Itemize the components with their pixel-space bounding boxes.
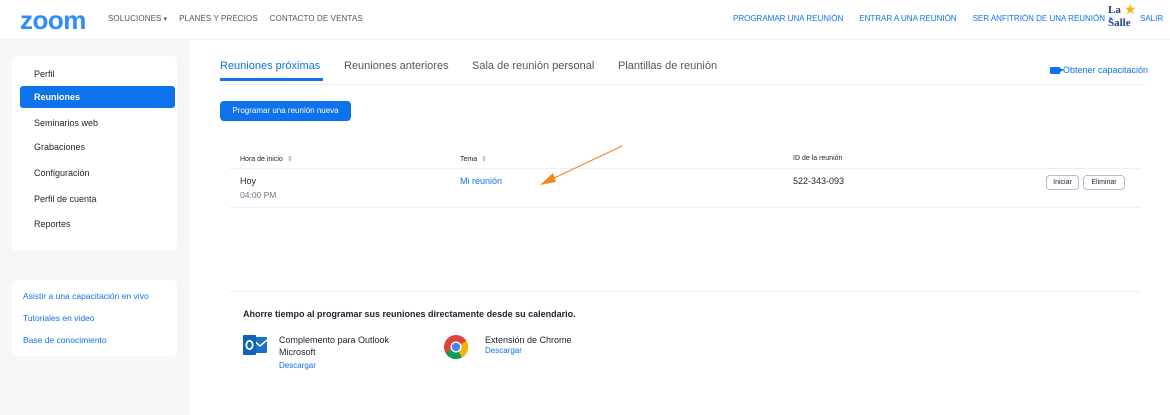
nav-left-menu: SOLUCIONES ▾ PLANES Y PRECIOS CONTACTO DE…: [108, 14, 363, 23]
live-training-link[interactable]: Asistir a una capacitación en vivo: [23, 291, 149, 301]
tab-upcoming-meetings[interactable]: Reuniones próximas: [220, 60, 320, 72]
tabs-divider: [220, 84, 1145, 85]
sidebar-item-profile[interactable]: Perfil: [20, 63, 175, 85]
lasalle-logo[interactable]: La ★ Salle: [1108, 1, 1138, 34]
chrome-icon: [444, 335, 469, 360]
outlook-download-link[interactable]: Descargar: [279, 361, 316, 370]
arrow-shaft: [549, 145, 623, 181]
nav-right-menu: PROGRAMAR UNA REUNIÓN ENTRAR A UNA REUNI…: [733, 14, 1113, 23]
active-tab-indicator: [220, 78, 323, 81]
sidebar-item-recordings[interactable]: Grabaciones: [20, 136, 175, 158]
meeting-day: Hoy: [240, 176, 257, 186]
video-tutorials-link[interactable]: Tutoriales en video: [23, 313, 95, 323]
nav-schedule-meeting[interactable]: PROGRAMAR UNA REUNIÓN: [733, 14, 843, 23]
tab-personal-room[interactable]: Sala de reunión personal: [472, 60, 594, 72]
delete-meeting-button[interactable]: Eliminar: [1083, 175, 1125, 190]
sidebar-item-settings[interactable]: Configuración: [20, 162, 175, 184]
get-training-link[interactable]: Obtener capacitación: [1050, 65, 1148, 75]
arrow-head: [540, 173, 556, 185]
start-meeting-button[interactable]: Iniciar: [1046, 175, 1079, 190]
chrome-download-link[interactable]: Descargar: [485, 346, 522, 355]
calendar-divider: [230, 291, 1140, 292]
table-header-divider: [230, 168, 1140, 169]
knowledge-base-link[interactable]: Base de conocimiento: [23, 335, 107, 345]
top-nav: zoom SOLUCIONES ▾ PLANES Y PRECIOS CONTAC…: [0, 0, 1170, 40]
table-row-divider: [230, 207, 1140, 208]
sidebar-item-webinars[interactable]: Seminarios web: [20, 112, 175, 134]
chevron-down-icon: ▾: [163, 16, 168, 23]
sidebar-item-account-profile[interactable]: Perfil de cuenta: [20, 188, 175, 210]
sort-icon: ⇕: [286, 156, 293, 163]
tab-meeting-templates[interactable]: Plantillas de reunión: [618, 60, 717, 72]
star-icon: ★: [1124, 1, 1137, 17]
tab-previous-meetings[interactable]: Reuniones anteriores: [344, 60, 449, 72]
meeting-time: 04:00 PM: [240, 190, 277, 200]
chrome-extension-name: Extensión de Chrome: [485, 335, 572, 345]
nav-solutions[interactable]: SOLUCIONES ▾: [108, 14, 167, 23]
column-header-start-time[interactable]: Hora de inicio ⇕: [240, 155, 293, 163]
sidebar-item-meetings[interactable]: Reuniones: [20, 86, 175, 108]
column-header-topic[interactable]: Tema ⇕: [460, 155, 487, 163]
outlook-icon: [243, 335, 267, 355]
calendar-plugins-title: Ahorre tiempo al programar sus reuniones…: [243, 309, 576, 319]
meeting-id: 522-343-093: [793, 176, 845, 186]
sidebar-menu: Perfil Reuniones Seminarios web Grabacio…: [12, 56, 177, 251]
nav-join-meeting[interactable]: ENTRAR A UNA REUNIÓN: [859, 14, 956, 23]
logout-link[interactable]: SALIR: [1140, 14, 1163, 23]
nav-plans-pricing[interactable]: PLANES Y PRECIOS: [179, 14, 258, 23]
outlook-plugin-name: Complemento para Outlook Microsoft: [279, 335, 390, 357]
column-header-meeting-id: ID de la reunión: [793, 155, 843, 162]
zoom-logo[interactable]: zoom: [20, 7, 86, 33]
annotation-arrow-icon: [540, 145, 623, 185]
meeting-topic-link[interactable]: Mi reunión: [460, 176, 502, 186]
sidebar-item-reports[interactable]: Reportes: [20, 213, 175, 235]
sort-icon: ⇕: [481, 156, 487, 163]
video-camera-icon: [1050, 67, 1064, 75]
nav-host-meeting[interactable]: SER ANFITRIÓN DE UNA REUNIÓN ▾: [973, 14, 1113, 23]
nav-contact-sales[interactable]: CONTACTO DE VENTAS: [270, 14, 363, 23]
schedule-new-meeting-button[interactable]: Programar una reunión nueva: [220, 101, 351, 121]
